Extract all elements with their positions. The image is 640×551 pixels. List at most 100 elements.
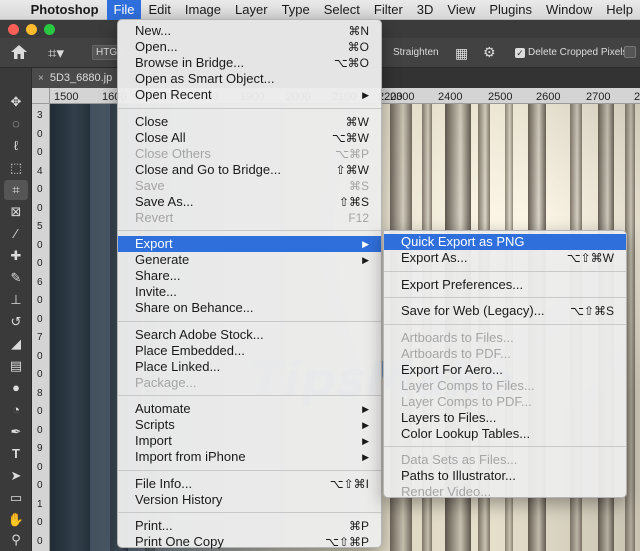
eyedropper-tool-icon[interactable]: ⁄	[4, 224, 28, 244]
crop-tool-icon[interactable]: ⌗	[4, 180, 28, 200]
healing-brush-tool-icon[interactable]: ✚	[4, 246, 28, 266]
menu-window[interactable]: Window	[539, 0, 599, 20]
content-aware-checkbox[interactable]	[624, 46, 636, 58]
menu-item-label: Export	[135, 236, 173, 251]
menu-plugins[interactable]: Plugins	[482, 0, 539, 20]
object-selection-tool-icon[interactable]: ⬚	[4, 158, 28, 178]
menu-item-print-one-copy[interactable]: Print One Copy ⌥⇧⌘P	[118, 534, 381, 550]
submenu-arrow-icon: ▶	[362, 255, 369, 265]
menu-item-shortcut: ⌥⇧⌘I	[329, 476, 369, 491]
menu-item-file-info[interactable]: File Info... ⌥⇧⌘I	[118, 476, 381, 492]
straighten-button[interactable]: Straighten	[393, 47, 439, 58]
menu-item-save-as[interactable]: Save As... ⇧⌘S	[118, 194, 381, 210]
crop-tool-preset-icon[interactable]: ⌗▾	[48, 44, 64, 62]
menu-item-open-as-smart-object[interactable]: Open as Smart Object...	[118, 71, 381, 87]
minimize-window-button[interactable]	[26, 24, 37, 35]
menu-item-browse-in-bridge[interactable]: Browse in Bridge... ⌥⌘O	[118, 55, 381, 71]
gradient-tool-icon[interactable]: ▤	[4, 356, 28, 376]
menu-item-shortcut: ⌥⌘P	[335, 146, 369, 161]
menu-item-place-linked[interactable]: Place Linked...	[118, 359, 381, 375]
menu-item-artboards-to-pdf: Artboards to PDF...	[384, 346, 626, 362]
menu-item-shortcut: ⌘N	[348, 24, 369, 38]
menu-item-import-from-iphone[interactable]: Import from iPhone ▶	[118, 449, 381, 465]
menu-item-open[interactable]: Open... ⌘O	[118, 39, 381, 55]
document-tab-label: 5D3_6880.jp	[49, 72, 113, 84]
zoom-tool-icon[interactable]: ⚲	[4, 530, 28, 550]
pen-tool-icon[interactable]: ✒	[4, 422, 28, 442]
zoom-window-button[interactable]	[44, 24, 55, 35]
menu-item-scripts[interactable]: Scripts ▶	[118, 417, 381, 433]
menu-select[interactable]: Select	[317, 0, 367, 20]
history-brush-tool-icon[interactable]: ↺	[4, 312, 28, 332]
lasso-tool-icon[interactable]: ℓ	[4, 136, 28, 156]
menu-item-import[interactable]: Import ▶	[118, 433, 381, 449]
menu-item-export[interactable]: Export ▶	[118, 236, 381, 252]
eraser-tool-icon[interactable]: ◢	[4, 334, 28, 354]
menu-item-label: Save As...	[135, 193, 194, 209]
path-selection-tool-icon[interactable]: ➤	[4, 466, 28, 486]
menu-item-version-history[interactable]: Version History	[118, 492, 381, 508]
ruler-tick: 5	[37, 221, 43, 232]
menu-item-close[interactable]: Close ⌘W	[118, 114, 381, 130]
overlay-grid-icon[interactable]: ▦	[455, 45, 468, 62]
menu-item-revert: Revert F12	[118, 210, 381, 226]
brush-tool-icon[interactable]: ✎	[4, 268, 28, 288]
document-tab[interactable]: × 5D3_6880.jp	[32, 68, 119, 88]
gear-icon[interactable]: ⚙	[483, 44, 496, 61]
menu-item-generate[interactable]: Generate ▶	[118, 252, 381, 268]
menu-item-quick-export-as-png[interactable]: Quick Export as PNG	[384, 234, 626, 250]
clone-stamp-tool-icon[interactable]: ⊥	[4, 290, 28, 310]
menu-item-open-recent[interactable]: Open Recent ▶	[118, 87, 381, 103]
close-window-button[interactable]	[8, 24, 19, 35]
menu-item-color-lookup-tables[interactable]: Color Lookup Tables...	[384, 426, 626, 442]
delete-cropped-pixels-checkbox[interactable]: ✓ Delete Cropped Pixels	[515, 47, 628, 58]
dodge-tool-icon[interactable]: ◔	[4, 400, 28, 420]
menu-item-new[interactable]: New... ⌘N	[118, 23, 381, 39]
menu-item-search-adobe-stock[interactable]: Search Adobe Stock...	[118, 327, 381, 343]
menu-item-export-preferences[interactable]: Export Preferences...	[384, 277, 626, 293]
frame-tool-icon[interactable]: ⊠	[4, 202, 28, 222]
ruler-tick: 0	[37, 147, 43, 158]
menu-file[interactable]: File	[106, 0, 142, 20]
submenu-arrow-icon: ▶	[362, 420, 369, 430]
menu-item-save: Save ⌘S	[118, 178, 381, 194]
menu-help[interactable]: Help	[599, 0, 640, 20]
menu-item-export-as[interactable]: Export As... ⌥⇧⌘W	[384, 250, 626, 266]
menu-view[interactable]: View	[440, 0, 482, 20]
ruler-tick: 0	[37, 461, 43, 473]
checkbox-checked-icon: ✓	[515, 47, 525, 58]
menu-item-invite[interactable]: Invite...	[118, 284, 381, 300]
menu-edit[interactable]: Edit	[141, 0, 177, 20]
rectangle-tool-icon[interactable]: ▭	[4, 488, 28, 508]
menu-item-paths-to-illustrator[interactable]: Paths to Illustrator...	[384, 468, 626, 484]
ruler-tick: 0	[37, 313, 43, 325]
ruler-tick: 2700	[586, 91, 611, 103]
home-icon[interactable]	[10, 44, 30, 62]
menu-image[interactable]: Image	[178, 0, 228, 20]
move-tool-icon[interactable]: ✥	[4, 92, 28, 112]
menu-item-label: Save	[135, 177, 165, 193]
hand-tool-icon[interactable]: ✋	[4, 510, 28, 530]
menu-item-share-on-behance[interactable]: Share on Behance...	[118, 300, 381, 316]
menu-item-label: Layer Comps to PDF...	[401, 393, 532, 409]
menu-item-close-all[interactable]: Close All ⌥⌘W	[118, 130, 381, 146]
app-menu-photoshop[interactable]: Photoshop	[23, 2, 107, 17]
menu-item-print[interactable]: Print... ⌘P	[118, 518, 381, 534]
menu-item-export-for-aero[interactable]: Export For Aero...	[384, 362, 626, 378]
close-tab-icon[interactable]: ×	[38, 73, 44, 84]
menu-layer[interactable]: Layer	[228, 0, 275, 20]
menu-3d[interactable]: 3D	[410, 0, 441, 20]
menu-filter[interactable]: Filter	[367, 0, 410, 20]
menu-item-automate[interactable]: Automate ▶	[118, 401, 381, 417]
type-tool-icon[interactable]: T	[4, 444, 28, 464]
menu-item-close-and-go-to-bridge[interactable]: Close and Go to Bridge... ⇧⌘W	[118, 162, 381, 178]
tree-trunk	[50, 104, 90, 551]
menu-type[interactable]: Type	[275, 0, 317, 20]
menu-item-place-embedded[interactable]: Place Embedded...	[118, 343, 381, 359]
blur-tool-icon[interactable]: ●	[4, 378, 28, 398]
marquee-tool-icon[interactable]: ◌	[4, 114, 28, 134]
menu-item-layers-to-files[interactable]: Layers to Files...	[384, 410, 626, 426]
menu-item-share[interactable]: Share...	[118, 268, 381, 284]
menu-item-shortcut: ⌥⇧⌘P	[325, 535, 369, 549]
menu-item-save-for-web-legacy[interactable]: Save for Web (Legacy)... ⌥⇧⌘S	[384, 303, 626, 319]
